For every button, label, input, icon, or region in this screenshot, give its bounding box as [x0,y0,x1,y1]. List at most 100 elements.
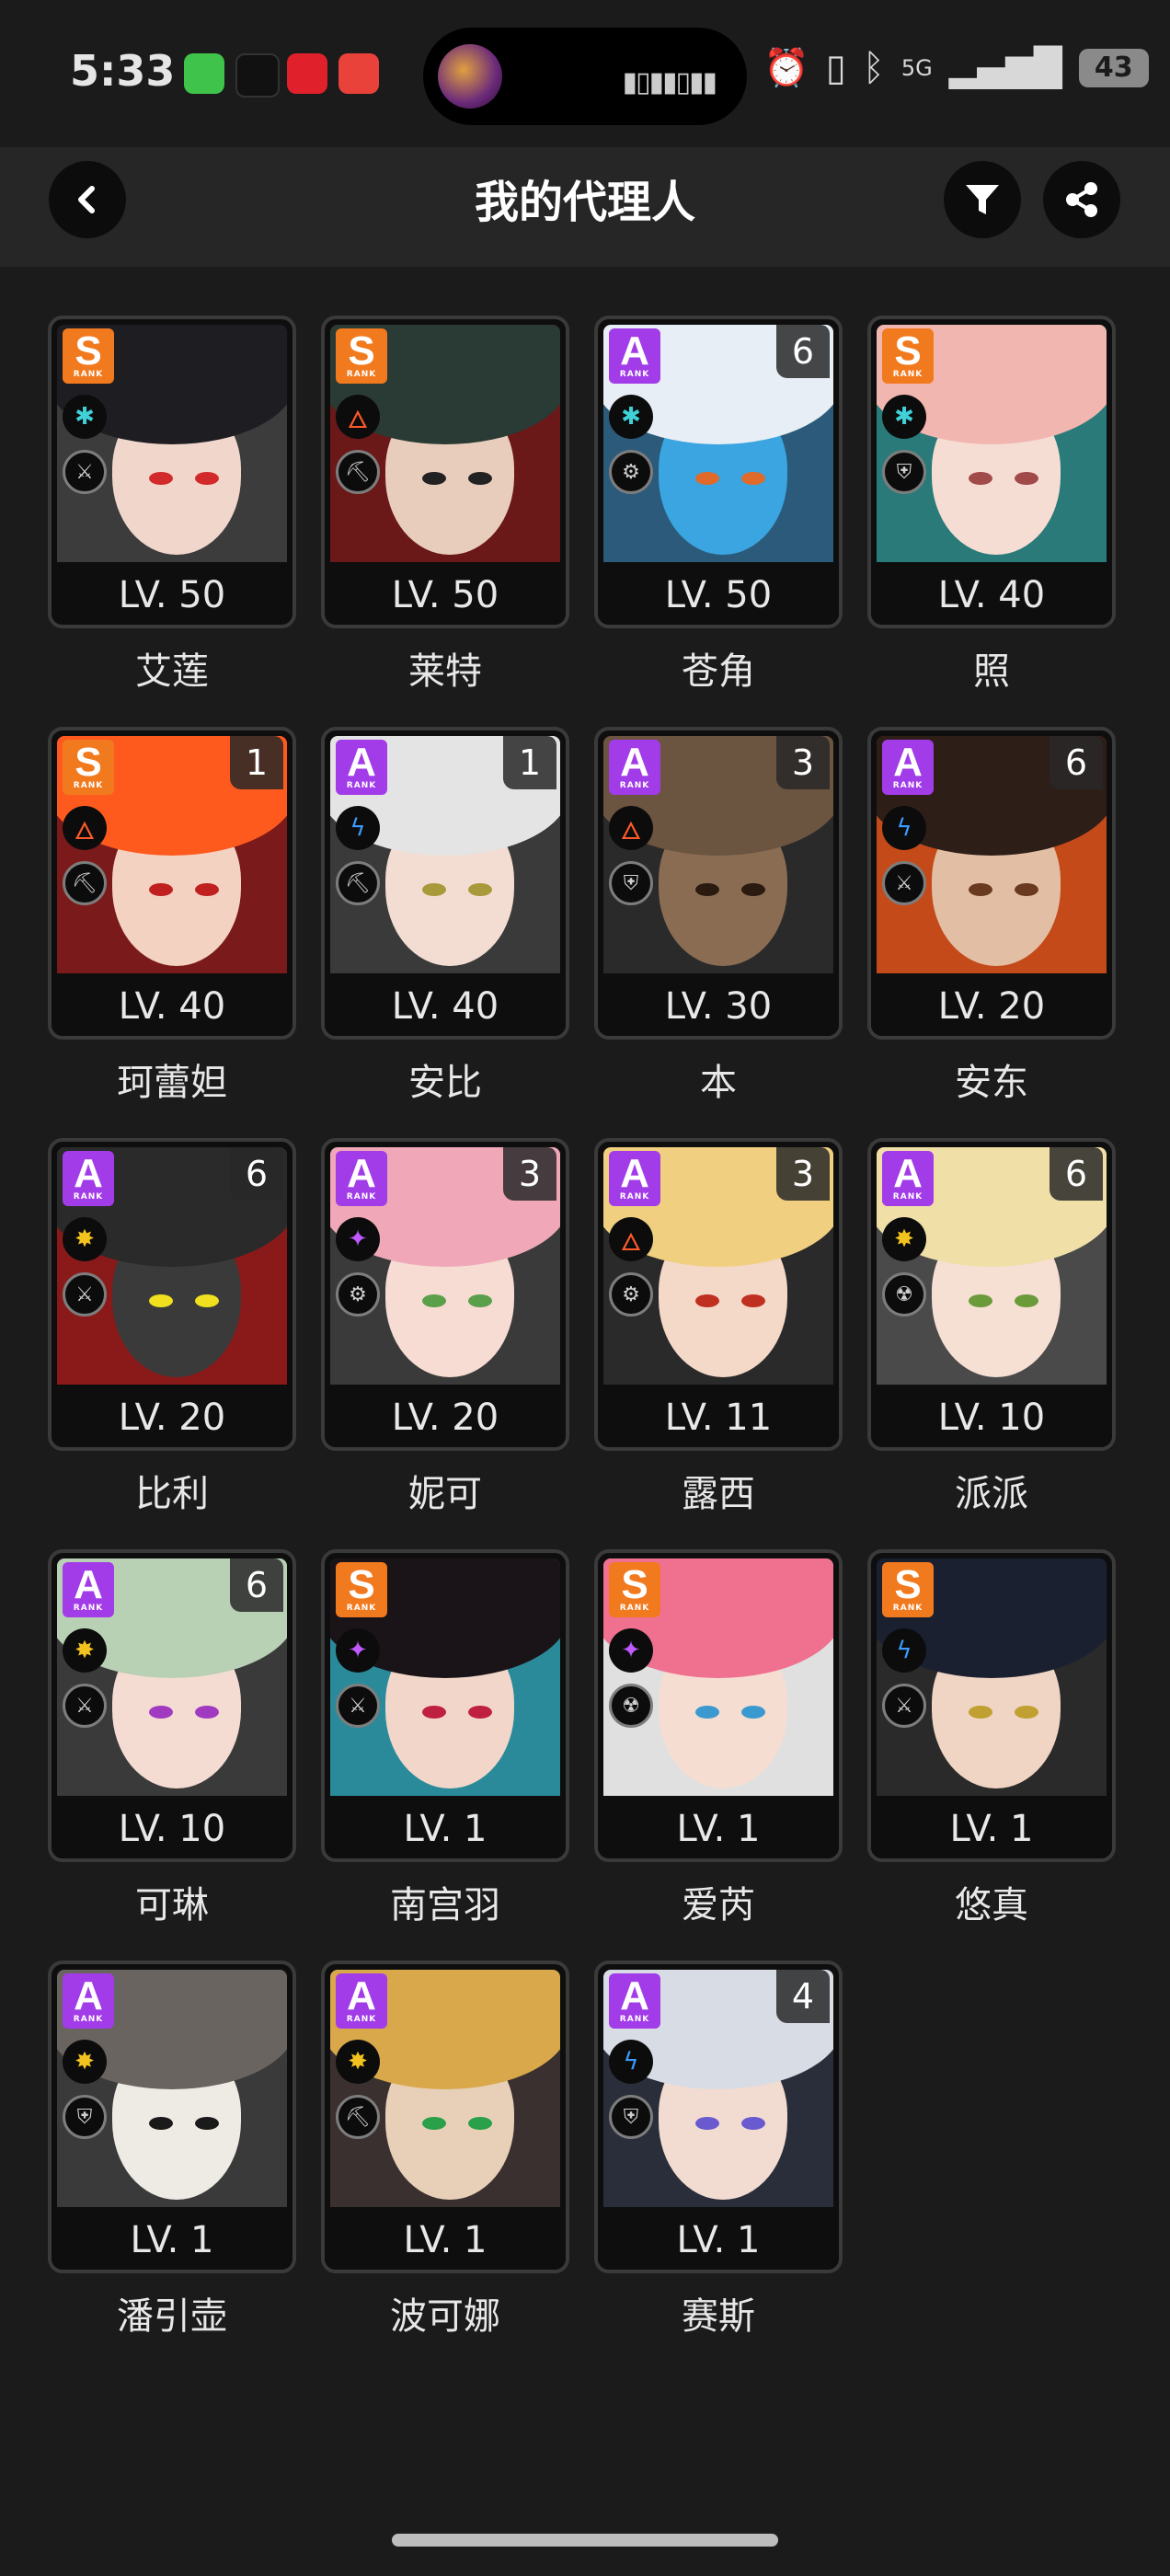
vibrate-icon: ▯ [825,46,846,89]
system-icons: ⏰ ▯ ᛒ 5G ▂▄▆█ 43 [763,46,1149,89]
agent-card[interactable]: S RANK ϟ ⚔ LV. 1 [867,1549,1116,1862]
agent-level: LV. 1 [325,1800,566,1858]
agent-card[interactable]: A RANK ✸ ☢ 6 LV. 10 [867,1138,1116,1451]
agent-card[interactable]: A RANK ✱ ⚙ 6 LV. 50 [594,316,843,628]
agent-name: 可琳 [135,1884,209,1926]
agent-tile[interactable]: S RANK 🜂 ⛏ 1 LV. 40 珂蕾妲 [48,727,296,1104]
agent-card[interactable]: A RANK ✦ ⚙ 3 LV. 20 [321,1138,569,1451]
portrait-eye [195,883,219,896]
agent-tile[interactable]: A RANK ✸ ⚔ 6 LV. 10 可琳 [48,1549,296,1926]
agent-card[interactable]: A RANK ϟ ⛨ 4 LV. 1 [594,1961,843,2273]
agent-tile[interactable]: A RANK ✸ ⚔ 6 LV. 20 比利 [48,1138,296,1515]
agent-tile[interactable]: A RANK 🜂 ⛨ 3 LV. 30 本 [594,727,843,1104]
rank-badge: A RANK [882,1151,934,1206]
agent-tile[interactable]: A RANK ϟ ⛏ 1 LV. 40 安比 [321,727,569,1104]
filter-icon [966,185,999,214]
agent-name: 赛斯 [682,2295,755,2338]
home-indicator[interactable] [392,2534,778,2547]
portrait-eye [195,472,219,485]
agent-card[interactable]: S RANK ✱ ⛨ LV. 40 [867,316,1116,628]
portrait-eye [969,1706,992,1719]
rank-letter: A [893,740,923,785]
agent-name: 照 [973,650,1010,693]
portrait-eye [468,1706,492,1719]
rank-caption: RANK [892,370,923,379]
rank-badge: A RANK [609,1973,660,2029]
filter-button[interactable] [944,161,1021,238]
now-playing-artwork[interactable] [438,44,502,109]
agent-card[interactable]: A RANK ✸ ⛏ LV. 1 [321,1961,569,2273]
agent-name: 本 [700,1062,737,1104]
agent-card[interactable]: A RANK ✸ ⚔ 6 LV. 10 [48,1549,296,1862]
anomaly-specialty-icon: ☢ [609,1684,653,1728]
agent-name: 悠真 [955,1884,1028,1926]
agent-card[interactable]: A RANK ϟ ⛏ 1 LV. 40 [321,727,569,1040]
agent-name: 南宫羽 [390,1884,500,1926]
rank-caption: RANK [892,1604,923,1613]
agent-name: 苍角 [682,650,755,693]
rank-caption: RANK [346,1192,377,1202]
status-time: 5:33 [70,46,176,96]
mindscape-badge: 3 [776,1147,830,1201]
share-icon [1066,182,1097,217]
agent-tile[interactable]: S RANK ✱ ⚔ LV. 50 艾莲 [48,316,296,693]
agent-level: LV. 50 [598,566,839,625]
attack-specialty-icon: ⚔ [882,1684,926,1728]
agent-card[interactable]: A RANK ✸ ⚔ 6 LV. 20 [48,1138,296,1451]
agent-tile[interactable]: A RANK ϟ ⛨ 4 LV. 1 赛斯 [594,1961,843,2338]
agent-tile[interactable]: S RANK ϟ ⚔ LV. 1 悠真 [867,1549,1116,1926]
rank-caption: RANK [346,1604,377,1613]
portrait-eye [1015,472,1038,485]
portrait-eye [422,1294,446,1307]
agent-card[interactable]: A RANK 🜂 ⛨ 3 LV. 30 [594,727,843,1040]
agent-card[interactable]: S RANK ✦ ⚔ LV. 1 [321,1549,569,1862]
rank-badge: S RANK [63,328,114,384]
agent-tile[interactable]: S RANK ✦ ☢ LV. 1 爱芮 [594,1549,843,1926]
rank-badge: A RANK [882,740,934,795]
agent-grid: S RANK ✱ ⚔ LV. 50 艾莲 S RANK 🜂 ⛏ LV. 50 莱特 A RANK ✱ ⚙ 6 LV… [48,316,1126,2338]
agent-tile[interactable]: A RANK ✦ ⚙ 3 LV. 20 妮可 [321,1138,569,1515]
agent-tile[interactable]: A RANK ✸ ⛨ LV. 1 潘引壶 [48,1961,296,2338]
anomaly-specialty-icon: ☢ [882,1272,926,1317]
agent-level: LV. 40 [871,566,1112,625]
agent-card[interactable]: A RANK 🜂 ⚙ 3 LV. 11 [594,1138,843,1451]
agent-card[interactable]: S RANK ✦ ☢ LV. 1 [594,1549,843,1862]
agent-tile[interactable]: S RANK ✦ ⚔ LV. 1 南宫羽 [321,1549,569,1926]
dynamic-island[interactable]: ▮▯▮▮▯▮▮ [423,28,747,125]
agent-card[interactable]: A RANK ✸ ⛨ LV. 1 [48,1961,296,2273]
agent-card[interactable]: S RANK 🜂 ⛏ LV. 50 [321,316,569,628]
portrait-eye [695,472,719,485]
rank-caption: RANK [346,2015,377,2024]
rank-caption: RANK [619,781,650,790]
portrait-eye [695,2117,719,2130]
rank-badge: A RANK [609,328,660,384]
agent-level: LV. 20 [52,1388,292,1447]
agent-tile[interactable]: A RANK ϟ ⚔ 6 LV. 20 安东 [867,727,1116,1104]
portrait-eye [969,883,992,896]
agent-level: LV. 30 [598,977,839,1036]
share-button[interactable] [1043,161,1120,238]
physical-attribute-icon: ✸ [63,2040,107,2084]
portrait-eye [468,472,492,485]
rank-badge: A RANK [609,740,660,795]
agent-card[interactable]: S RANK 🜂 ⛏ 1 LV. 40 [48,727,296,1040]
agent-tile[interactable]: A RANK ✸ ⛏ LV. 1 波可娜 [321,1961,569,2338]
defense-specialty-icon: ⛨ [882,450,926,494]
agent-tile[interactable]: A RANK ✱ ⚙ 6 LV. 50 苍角 [594,316,843,693]
agent-card[interactable]: A RANK ϟ ⚔ 6 LV. 20 [867,727,1116,1040]
attack-specialty-icon: ⚔ [63,1272,107,1317]
stun-specialty-icon: ⛏ [63,861,107,905]
rank-letter: S [348,1562,375,1607]
electric-attribute-icon: ϟ [882,1628,926,1673]
agent-tile[interactable]: A RANK 🜂 ⚙ 3 LV. 11 露西 [594,1138,843,1515]
agent-tile[interactable]: S RANK 🜂 ⛏ LV. 50 莱特 [321,316,569,693]
physical-attribute-icon: ✸ [882,1217,926,1261]
electric-attribute-icon: ϟ [336,806,380,850]
agent-tile[interactable]: A RANK ✸ ☢ 6 LV. 10 派派 [867,1138,1116,1515]
physical-attribute-icon: ✸ [63,1217,107,1261]
rank-caption: RANK [619,2015,650,2024]
mindscape-badge: 1 [230,736,283,789]
agent-tile[interactable]: S RANK ✱ ⛨ LV. 40 照 [867,316,1116,693]
agent-card[interactable]: S RANK ✱ ⚔ LV. 50 [48,316,296,628]
agent-level: LV. 20 [871,977,1112,1036]
